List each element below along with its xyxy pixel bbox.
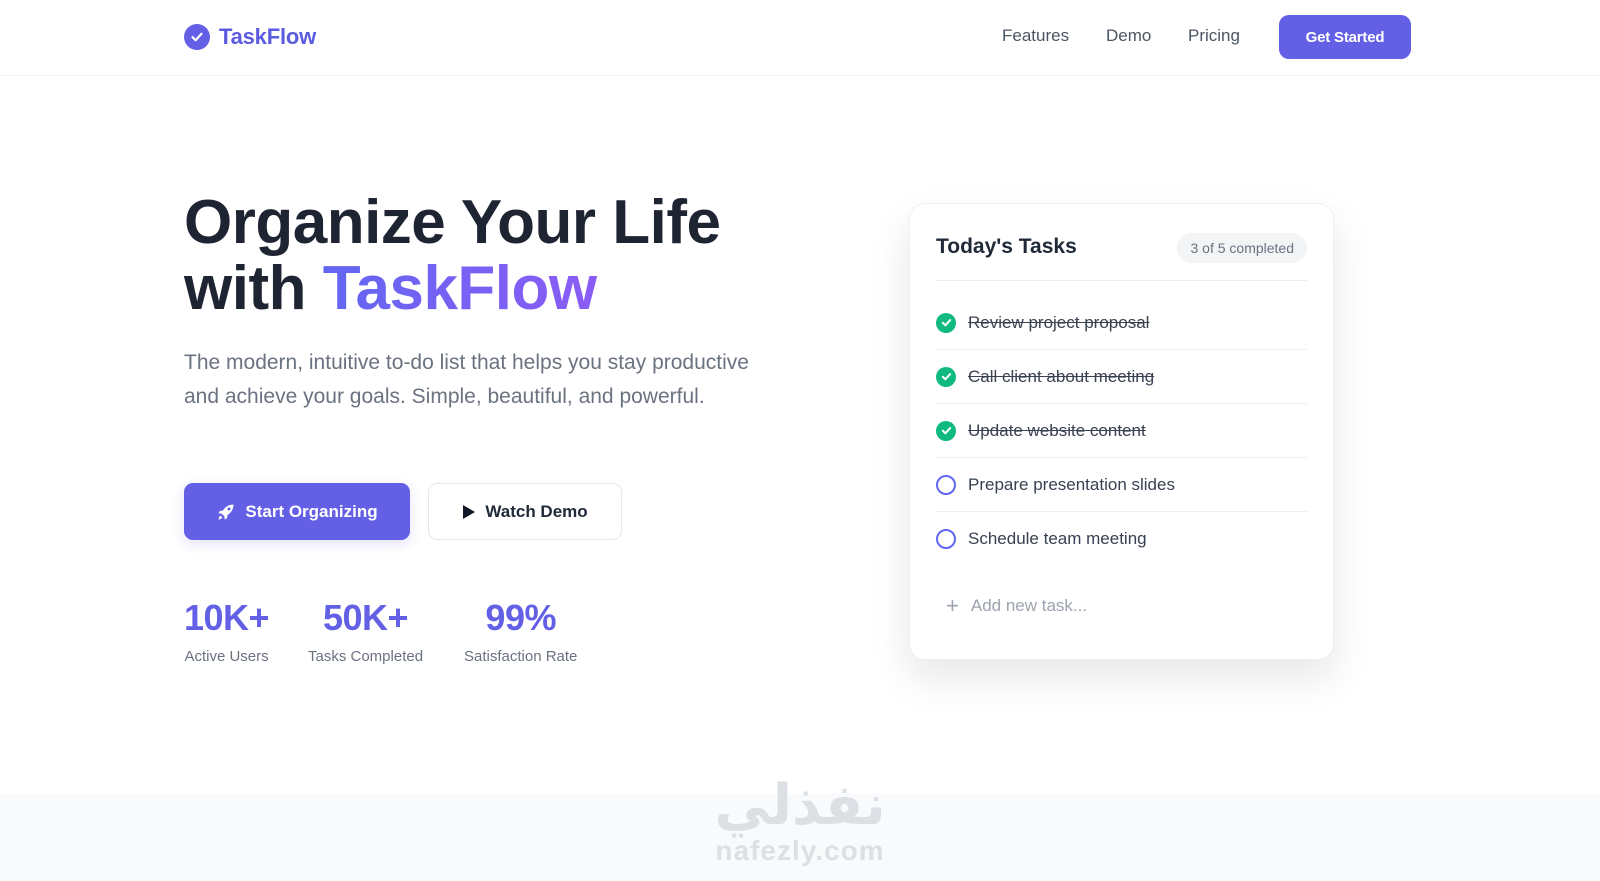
watch-demo-label: Watch Demo bbox=[485, 501, 588, 521]
check-circle-icon bbox=[184, 24, 210, 50]
stat-value: 50K+ bbox=[322, 597, 409, 638]
play-icon bbox=[462, 504, 476, 520]
checked-circle-icon[interactable] bbox=[936, 420, 956, 441]
task-label: Review project proposal bbox=[968, 312, 1150, 332]
tasks-card: Today's Tasks 3 of 5 completed Review pr… bbox=[909, 203, 1334, 660]
divider bbox=[936, 280, 1307, 281]
task-item[interactable]: Update website content bbox=[936, 404, 1307, 458]
brand-logo[interactable]: TaskFlow bbox=[184, 23, 316, 51]
brand-name: TaskFlow bbox=[219, 24, 317, 49]
stat-tasks-completed: 50K+ Tasks Completed bbox=[308, 596, 423, 665]
start-organizing-button[interactable]: Start Organizing bbox=[184, 483, 410, 540]
task-list: Review project proposal Call client abou… bbox=[936, 296, 1307, 566]
task-item[interactable]: Call client about meeting bbox=[936, 350, 1307, 404]
completion-badge: 3 of 5 completed bbox=[1177, 233, 1307, 263]
empty-circle-icon[interactable] bbox=[936, 474, 956, 495]
hero-title-line1: Organize Your Life bbox=[184, 188, 721, 257]
watermark: نفذلي nafezly.com bbox=[0, 776, 1600, 866]
checked-circle-icon[interactable] bbox=[936, 366, 956, 387]
stat-satisfaction-rate: 99% Satisfaction Rate bbox=[464, 596, 577, 665]
stat-value: 99% bbox=[485, 597, 556, 638]
nav-link-demo[interactable]: Demo bbox=[1106, 26, 1151, 46]
watermark-arabic: نفذلي bbox=[714, 773, 886, 838]
hero-title-with: with bbox=[184, 254, 306, 323]
task-label: Prepare presentation slides bbox=[968, 474, 1175, 494]
card-title: Today's Tasks bbox=[936, 235, 1077, 258]
task-item[interactable]: Review project proposal bbox=[936, 296, 1307, 350]
watermark-latin: nafezly.com bbox=[715, 835, 885, 866]
checked-circle-icon[interactable] bbox=[936, 312, 956, 333]
empty-circle-icon[interactable] bbox=[936, 529, 956, 549]
top-nav: TaskFlow Features Demo Pricing Get Start… bbox=[0, 0, 1600, 76]
task-item[interactable]: Prepare presentation slides bbox=[936, 458, 1307, 512]
plus-icon: + bbox=[946, 593, 959, 618]
task-label: Update website content bbox=[968, 420, 1146, 440]
rocket-icon bbox=[216, 502, 236, 522]
task-label: Call client about meeting bbox=[968, 366, 1155, 386]
hero-title-accent: TaskFlow bbox=[322, 254, 597, 323]
hero-subtitle: The modern, intuitive to-do list that he… bbox=[184, 351, 749, 408]
stat-label: Satisfaction Rate bbox=[464, 648, 578, 665]
watch-demo-button[interactable]: Watch Demo bbox=[428, 483, 622, 540]
task-item[interactable]: Schedule team meeting bbox=[936, 512, 1307, 566]
stat-label: Active Users bbox=[184, 648, 269, 665]
hero-title: Organize Your Life with TaskFlow bbox=[184, 188, 721, 323]
get-started-button[interactable]: Get Started bbox=[1279, 15, 1411, 59]
nav-link-features[interactable]: Features bbox=[1002, 26, 1069, 46]
stat-label: Tasks Completed bbox=[308, 648, 424, 665]
start-organizing-label: Start Organizing bbox=[245, 501, 378, 521]
stat-value: 10K+ bbox=[184, 597, 270, 638]
add-task-input[interactable]: + Add new task... bbox=[946, 593, 1088, 618]
add-task-placeholder: Add new task... bbox=[970, 596, 1088, 615]
stat-active-users: 10K+ Active Users bbox=[184, 596, 270, 665]
nav-link-pricing[interactable]: Pricing bbox=[1188, 26, 1240, 46]
task-label: Schedule team meeting bbox=[968, 529, 1147, 548]
